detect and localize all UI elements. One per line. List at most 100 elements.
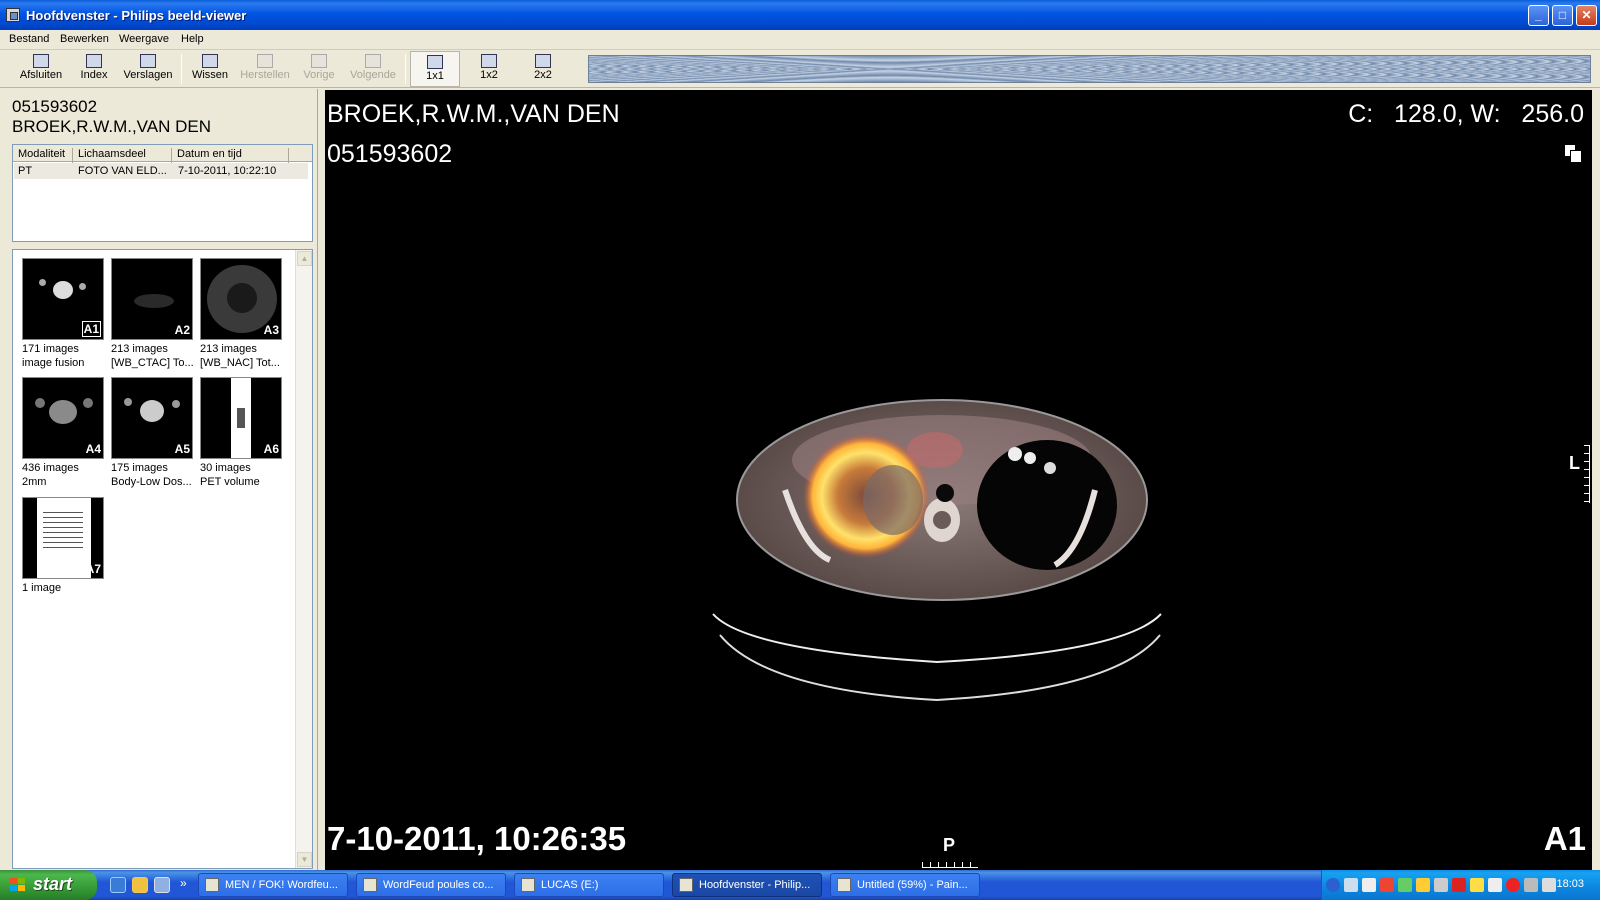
- thumb-image: [227, 283, 257, 313]
- antivirus-icon[interactable]: [1380, 878, 1394, 892]
- toolbar: Afsluiten Index Verslagen Wissen Herstel…: [0, 51, 1600, 88]
- previous-button[interactable]: Vorige: [296, 51, 342, 87]
- tray-expand-icon[interactable]: [1326, 878, 1340, 892]
- series-caption: 436 images 2mm: [22, 461, 110, 489]
- scroll-up-icon[interactable]: ▲: [297, 251, 312, 266]
- network-icon[interactable]: [1344, 878, 1358, 892]
- series-tag: A6: [263, 442, 279, 456]
- study-list-header: Modaliteit Lichaamsdeel Datum en tijd: [13, 145, 312, 164]
- layout-1x2-label: 1x2: [480, 69, 498, 81]
- security-icon[interactable]: [1416, 878, 1430, 892]
- series-tag: A2: [174, 323, 190, 337]
- series-caption: 213 images [WB_CTAC] To...: [111, 342, 199, 370]
- clear-button[interactable]: Wissen: [186, 51, 234, 87]
- series-tag: A7: [85, 562, 101, 576]
- logo-quadrant: [10, 885, 17, 891]
- maximize-button[interactable]: □: [1552, 5, 1573, 26]
- series-caption: 213 images [WB_NAC] Tot...: [200, 342, 288, 370]
- pet-ct-scan-image: [712, 399, 1162, 702]
- reports-label: Verslagen: [123, 69, 173, 81]
- quicklaunch-more-icon[interactable]: »: [180, 876, 187, 890]
- series-caption: 171 images image fusion: [22, 342, 110, 370]
- device-icon[interactable]: [1434, 878, 1448, 892]
- series-tag: A5: [174, 442, 190, 456]
- mcafee-icon[interactable]: [1452, 878, 1466, 892]
- series-description: Body-Low Dos...: [111, 476, 192, 488]
- close-button[interactable]: ✕: [1576, 5, 1597, 26]
- menu-help[interactable]: Help: [181, 33, 204, 45]
- overlay-patient-name: BROEK,R.W.M.,VAN DEN: [327, 100, 620, 128]
- study-row[interactable]: PT FOTO VAN ELD... 7-10-2011, 10:22:10: [14, 163, 308, 179]
- thumbnails-scrollbar[interactable]: ▲ ▼: [295, 250, 312, 868]
- taskbar-item-paint[interactable]: Untitled (59%) - Pain...: [830, 873, 980, 897]
- minimize-button[interactable]: _: [1528, 5, 1549, 26]
- speaker-icon[interactable]: [1488, 878, 1502, 892]
- start-label: start: [33, 874, 73, 894]
- series-thumbnail-a6[interactable]: A6: [200, 377, 282, 459]
- task-label: WordFeud poules co...: [383, 879, 494, 891]
- next-label: Volgende: [350, 69, 396, 81]
- layout-1x1-icon: [427, 55, 443, 69]
- clear-label: Wissen: [191, 69, 229, 81]
- series-thumbnail-a7[interactable]: A7: [22, 497, 104, 579]
- system-tray: 18:03: [1321, 870, 1600, 900]
- layout-1x2-button[interactable]: 1x2: [464, 51, 514, 87]
- layout-2x2-button[interactable]: 2x2: [518, 51, 568, 87]
- paint-icon: [837, 878, 851, 892]
- series-count: 171 images: [22, 343, 79, 355]
- study-bodypart: FOTO VAN ELD...: [78, 165, 167, 177]
- previous-label: Vorige: [303, 69, 335, 81]
- menu-bestand[interactable]: Bestand: [9, 33, 49, 45]
- opera-icon[interactable]: [1506, 878, 1520, 892]
- series-thumbnail-a3[interactable]: A3: [200, 258, 282, 340]
- start-button[interactable]: start: [0, 870, 97, 900]
- column-header-modality[interactable]: Modaliteit: [13, 148, 73, 164]
- app-icon[interactable]: [6, 8, 20, 22]
- messenger-icon[interactable]: [132, 877, 148, 893]
- update-icon[interactable]: [1398, 878, 1412, 892]
- menu-weergave[interactable]: Weergave: [119, 33, 169, 45]
- column-header-datetime[interactable]: Datum en tijd: [172, 148, 289, 164]
- orientation-label-bottom: P: [943, 835, 956, 855]
- layout-1x1-button[interactable]: 1x1: [410, 51, 460, 87]
- series-thumbnail-a5[interactable]: A5: [111, 377, 193, 459]
- bluetooth-icon[interactable]: [1362, 878, 1376, 892]
- menu-bewerken[interactable]: Bewerken: [60, 33, 109, 45]
- shield-icon[interactable]: [1470, 878, 1484, 892]
- scale-ruler-vertical: [1584, 445, 1590, 503]
- study-list: Modaliteit Lichaamsdeel Datum en tijd PT…: [12, 144, 313, 242]
- taskbar-item-lucas[interactable]: LUCAS (E:): [514, 873, 664, 897]
- taskbar-item-hoofdvenster[interactable]: Hoofdvenster - Philip...: [672, 873, 822, 897]
- outlook-icon[interactable]: [154, 877, 170, 893]
- series-thumbnail-a4[interactable]: A4: [22, 377, 104, 459]
- scroll-down-icon[interactable]: ▼: [297, 852, 312, 867]
- series-description: image fusion: [22, 357, 85, 369]
- clock[interactable]: 18:03: [1556, 878, 1584, 890]
- safely-remove-icon[interactable]: [1524, 878, 1538, 892]
- thumb-image: [35, 398, 45, 408]
- restore-button[interactable]: Herstellen: [237, 51, 293, 87]
- column-header-bodypart[interactable]: Lichaamsdeel: [73, 148, 172, 164]
- exit-button[interactable]: Afsluiten: [14, 51, 68, 87]
- task-label: MEN / FOK! Wordfeu...: [225, 879, 338, 891]
- index-button[interactable]: Index: [70, 51, 118, 87]
- overlay-window-level: C: 128.0, W: 256.0: [1348, 100, 1584, 128]
- layout-2x2-label: 2x2: [534, 69, 552, 81]
- internet-explorer-icon[interactable]: [110, 877, 126, 893]
- series-caption: 30 images PET volume: [200, 461, 288, 489]
- overlay-patient-id: 051593602: [327, 140, 453, 168]
- next-button[interactable]: Volgende: [345, 51, 401, 87]
- series-description: 2mm: [22, 476, 47, 488]
- study-modality: PT: [18, 165, 33, 177]
- volume-icon[interactable]: [1542, 878, 1556, 892]
- thumb-image: [172, 400, 180, 408]
- reports-button[interactable]: Verslagen: [120, 51, 176, 87]
- taskbar-item-fok[interactable]: MEN / FOK! Wordfeu...: [198, 873, 348, 897]
- patient-id: 051593602: [12, 97, 98, 116]
- series-tag: A1: [81, 321, 101, 337]
- series-thumbnail-a1[interactable]: A1: [22, 258, 104, 340]
- series-thumbnail-a2[interactable]: A2: [111, 258, 193, 340]
- taskbar-item-wordfeud[interactable]: WordFeud poules co...: [356, 873, 506, 897]
- copy-icon[interactable]: [1564, 144, 1584, 164]
- image-viewport[interactable]: BROEK,R.W.M.,VAN DEN 051593602 C: 128.0,…: [325, 90, 1592, 870]
